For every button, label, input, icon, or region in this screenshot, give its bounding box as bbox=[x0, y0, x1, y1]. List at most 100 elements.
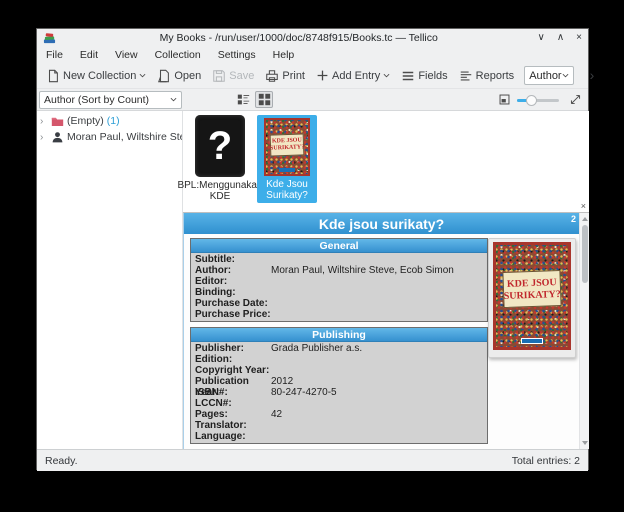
open-button[interactable]: Open bbox=[154, 66, 204, 86]
scrollbar-thumb[interactable] bbox=[582, 225, 588, 283]
close-icon[interactable]: × bbox=[581, 202, 586, 211]
fields-label: Fields bbox=[418, 70, 447, 82]
group-view-tree: › (Empty) (1) › Moran Paul, Wiltshire St… bbox=[37, 111, 183, 449]
chevron-down-icon bbox=[562, 73, 569, 78]
group-item-empty[interactable]: › (Empty) (1) bbox=[37, 113, 182, 129]
scroll-down-arrow-icon[interactable] bbox=[582, 441, 588, 445]
scroll-up-arrow-icon[interactable] bbox=[582, 217, 588, 221]
add-entry-button[interactable]: Add Entry bbox=[313, 66, 393, 85]
field-row: Purchase Date: bbox=[195, 298, 487, 309]
entry-cover-column: KDE JSOU SURIKATY? bbox=[488, 238, 576, 449]
field-row: Author: Moran Paul, Wiltshire Steve, Eco… bbox=[195, 265, 487, 276]
printer-icon bbox=[265, 69, 279, 83]
field-row: Translator: bbox=[195, 420, 487, 431]
cover-title-panel: KDE JSOU SURIKATY? bbox=[502, 270, 561, 308]
menu-item-edit[interactable]: Edit bbox=[80, 49, 98, 61]
section-title: Publishing bbox=[191, 328, 487, 342]
folder-icon bbox=[51, 115, 64, 128]
field-label: Copyright Year: bbox=[195, 365, 271, 376]
list-view-icon bbox=[237, 93, 250, 106]
field-row: Publication Year: 2012 bbox=[195, 376, 487, 387]
zoom-fit-button[interactable] bbox=[495, 91, 513, 108]
group-item-author[interactable]: › Moran Paul, Wiltshire Steve, Ec... (1) bbox=[37, 129, 182, 145]
expander-icon[interactable]: › bbox=[40, 132, 48, 143]
save-button: Save bbox=[209, 66, 257, 86]
group-by-combo-value: Author (Sort by Count) bbox=[44, 94, 149, 106]
field-row: Publisher: Grada Publisher a.s. bbox=[195, 343, 487, 354]
chevron-down-icon bbox=[383, 73, 390, 78]
total-entries: Total entries: 2 bbox=[512, 455, 580, 467]
field-label: Author: bbox=[195, 265, 271, 276]
save-icon bbox=[212, 69, 226, 83]
menu-item-help[interactable]: Help bbox=[273, 49, 295, 61]
status-message: Ready. bbox=[45, 455, 78, 467]
fields-button[interactable]: Fields bbox=[398, 66, 450, 86]
main-toolbar: New Collection Open Save Print Add Entry bbox=[37, 63, 588, 89]
group-entries-combo-value: Author bbox=[529, 70, 561, 82]
icon-view-button[interactable] bbox=[255, 91, 273, 108]
field-row: Subtitle: bbox=[195, 254, 487, 265]
fields-icon bbox=[401, 69, 415, 83]
save-label: Save bbox=[229, 70, 254, 82]
new-collection-button[interactable]: New Collection bbox=[43, 66, 149, 86]
menubar: File Edit View Collection Settings Help bbox=[37, 47, 588, 63]
titlebar[interactable]: My Books - /run/user/1000/doc/8748f915/B… bbox=[37, 29, 588, 47]
expander-icon[interactable]: › bbox=[40, 116, 48, 127]
entry-tile-surikaty[interactable]: KDE JSOU SURIKATY? Kde Jsou Surikaty? bbox=[257, 115, 317, 203]
entry-view-scrollbar[interactable] bbox=[579, 213, 589, 449]
field-row: Purchase Price: bbox=[195, 309, 487, 320]
book-cover-image: KDE JSOU SURIKATY? bbox=[264, 118, 310, 176]
field-label: LCCN#: bbox=[195, 398, 271, 409]
entry-tile-label: Kde Jsou Surikaty? bbox=[259, 179, 315, 201]
reports-button[interactable]: Reports bbox=[456, 66, 518, 86]
field-row: Language: bbox=[195, 431, 487, 442]
zoom-expand-button[interactable] bbox=[566, 91, 584, 108]
section-general: General Subtitle: Author: Moran Paul, Wi… bbox=[190, 238, 488, 322]
menu-item-collection[interactable]: Collection bbox=[155, 49, 201, 61]
window-title: My Books - /run/user/1000/doc/8748f915/B… bbox=[60, 32, 538, 44]
tellico-window: My Books - /run/user/1000/doc/8748f915/B… bbox=[36, 28, 589, 470]
field-row: Binding: bbox=[195, 287, 487, 298]
publisher-logo bbox=[279, 168, 295, 172]
cover-title-line: SURIKATY? bbox=[504, 289, 561, 302]
field-label: Editor: bbox=[195, 276, 271, 287]
menu-item-view[interactable]: View bbox=[115, 49, 138, 61]
cover-title-panel: KDE JSOU SURIKATY? bbox=[270, 133, 305, 156]
field-label: Subtitle: bbox=[195, 254, 271, 265]
right-pane: ? BPL:Menggunakan KDE KDE JSOU SURIKATY?… bbox=[183, 111, 589, 449]
group-by-combo[interactable]: Author (Sort by Count) bbox=[39, 91, 182, 109]
plus-icon bbox=[316, 69, 329, 82]
minimize-button[interactable]: ∨ bbox=[538, 31, 545, 45]
field-row: ISBN#: 80-247-4270-5 bbox=[195, 387, 487, 398]
entry-cover-frame: KDE JSOU SURIKATY? bbox=[488, 238, 576, 358]
print-button[interactable]: Print bbox=[262, 66, 308, 86]
add-entry-label: Add Entry bbox=[332, 70, 380, 82]
statusbar: Ready. Total entries: 2 bbox=[37, 449, 588, 471]
entry-title: Kde jsou surikaty? bbox=[319, 216, 444, 232]
slider-handle[interactable] bbox=[526, 95, 537, 106]
placeholder-cover-image: ? bbox=[195, 115, 245, 177]
tellico-app-icon bbox=[43, 32, 56, 45]
field-label: Edition: bbox=[195, 354, 271, 365]
person-icon bbox=[51, 131, 64, 144]
field-value: 42 bbox=[271, 409, 282, 420]
field-label: Purchase Date: bbox=[195, 298, 271, 309]
entry-tile-label: BPL:Menggunakan KDE bbox=[177, 180, 262, 202]
field-label: Purchase Price: bbox=[195, 309, 271, 320]
menu-item-settings[interactable]: Settings bbox=[218, 49, 256, 61]
section-publishing: Publishing Publisher: Grada Publisher a.… bbox=[190, 327, 488, 444]
list-view-button[interactable] bbox=[234, 91, 252, 108]
group-entries-combo[interactable]: Author bbox=[524, 66, 573, 85]
icon-size-slider[interactable] bbox=[517, 93, 559, 107]
maximize-button[interactable]: ∧ bbox=[557, 31, 564, 45]
print-label: Print bbox=[282, 70, 305, 82]
entry-tile-bpl[interactable]: ? BPL:Menggunakan KDE bbox=[189, 115, 251, 202]
entry-body: General Subtitle: Author: Moran Paul, Wi… bbox=[184, 234, 579, 449]
entry-badge: 2 bbox=[571, 214, 576, 224]
toolbar-overflow-button[interactable]: › bbox=[588, 67, 601, 85]
menu-item-file[interactable]: File bbox=[46, 49, 63, 61]
field-label: Publisher: bbox=[195, 343, 271, 354]
entry-detail-view: Kde jsou surikaty? 2 General Subtitle: bbox=[183, 212, 589, 449]
zoom-fit-icon bbox=[498, 93, 511, 106]
close-button[interactable]: × bbox=[576, 31, 582, 45]
